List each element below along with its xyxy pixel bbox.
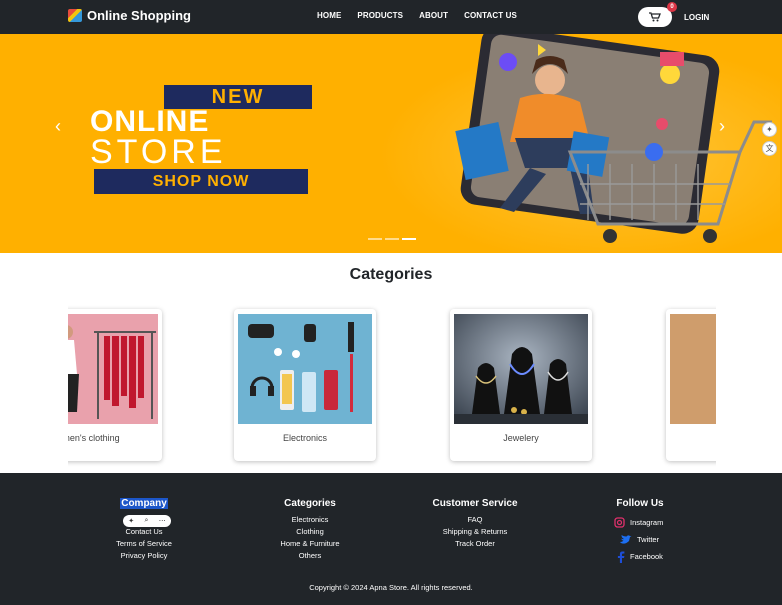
social-twitter[interactable]: Twitter (620, 531, 675, 548)
footer-company: Company Contact Us Terms of Service Priv… (104, 498, 184, 562)
brand[interactable]: Online Shopping (68, 8, 191, 23)
nav-products[interactable]: PRODUCTS (357, 11, 403, 20)
cart-icon (649, 12, 661, 22)
footer-link-shipping[interactable]: Shipping & Returns (420, 526, 530, 538)
footer-link-track-order[interactable]: Track Order (420, 538, 530, 550)
sparkle-icon[interactable]: ✦ (762, 122, 777, 137)
social-instagram[interactable]: Instagram (614, 514, 675, 531)
chevron-right-icon[interactable]: › (719, 116, 725, 137)
category-name: Jewelery (503, 433, 539, 443)
promo-banner[interactable]: NEW ONLINE STORE SHOP NOW (90, 85, 312, 194)
category-card-clothing[interactable]: men's clothing (68, 309, 162, 461)
more-icon[interactable]: ⋯ (159, 517, 166, 525)
search-icon[interactable]: ⌕ (144, 517, 148, 525)
category-name: men's clothing (68, 433, 120, 443)
translate-icon[interactable]: 文 (762, 141, 777, 156)
categories-title: Categories (349, 266, 433, 283)
selection-toolbar: ✦ ⌕ ⋯ (123, 515, 171, 527)
carousel-indicator[interactable] (385, 238, 399, 240)
twitter-icon (620, 534, 632, 544)
clothing-illustration (68, 314, 158, 424)
electronics-image (238, 314, 372, 424)
footer-customer-service-title: Customer Service (432, 498, 518, 509)
electronics-illustration (238, 314, 372, 424)
carousel-indicators (368, 238, 416, 240)
page: Online Shopping HOME PRODUCTS ABOUT CONT… (0, 0, 782, 605)
footer-link-contact[interactable]: Contact Us (104, 526, 184, 538)
footer: Company Contact Us Terms of Service Priv… (0, 473, 782, 605)
footer-link-faq[interactable]: FAQ (420, 514, 530, 526)
category-name: Me (666, 433, 716, 443)
footer-categories-title: Categories (284, 498, 336, 509)
carousel-indicator[interactable] (368, 238, 382, 240)
footer-link-home-furniture[interactable]: Home & Furniture (260, 538, 360, 550)
footer-categories: Categories Electronics Clothing Home & F… (260, 498, 360, 562)
footer-link-terms[interactable]: Terms of Service (104, 538, 184, 550)
footer-follow-title: Follow Us (616, 498, 664, 509)
facebook-icon (617, 551, 625, 563)
store-logo-icon (68, 9, 82, 22)
cart-button[interactable] (638, 7, 672, 27)
category-name: Electronics (282, 433, 327, 443)
categories-carousel: men's clothing Electronics Jewelery (68, 296, 716, 473)
social-twitter-label: Twitter (637, 535, 660, 544)
jewelery-image (454, 314, 588, 424)
footer-link-clothing[interactable]: Clothing (260, 526, 360, 538)
footer-link-privacy[interactable]: Privacy Policy (104, 550, 184, 562)
social-facebook[interactable]: Facebook (617, 548, 675, 565)
nav-contact[interactable]: CONTACT US (464, 11, 517, 20)
category-card-partial[interactable]: Me (666, 309, 716, 461)
nav-about[interactable]: ABOUT (419, 11, 448, 20)
footer-customer-service: Customer Service FAQ Shipping & Returns … (420, 498, 530, 550)
jewelery-illustration (454, 314, 588, 424)
footer-follow: Follow Us Instagram Twitter Facebook (605, 498, 675, 565)
hero-shopping-illustration (455, 34, 772, 243)
promo-store: STORE (90, 133, 227, 171)
category-card-jewelery[interactable]: Jewelery (450, 309, 592, 461)
social-instagram-label: Instagram (630, 518, 664, 527)
nav-home[interactable]: HOME (317, 11, 341, 20)
hero-carousel: NEW ONLINE STORE SHOP NOW ‹ › (0, 34, 782, 253)
footer-company-title: Company (120, 498, 168, 509)
brand-name: Online Shopping (87, 8, 191, 23)
footer-link-others[interactable]: Others (260, 550, 360, 562)
shop-now-button[interactable]: SHOP NOW (94, 169, 308, 194)
social-facebook-label: Facebook (630, 552, 663, 561)
cart-count-badge: 0 (667, 2, 677, 12)
category-image-partial (670, 314, 716, 424)
footer-link-electronics[interactable]: Electronics (260, 514, 360, 526)
instagram-icon (614, 517, 625, 528)
carousel-indicator-active[interactable] (402, 238, 416, 240)
nav-links: HOME PRODUCTS ABOUT CONTACT US (317, 11, 517, 20)
category-card-electronics[interactable]: Electronics (234, 309, 376, 461)
clothing-image (68, 314, 158, 424)
navbar: Online Shopping HOME PRODUCTS ABOUT CONT… (0, 0, 782, 34)
sparkle-icon[interactable]: ✦ (128, 517, 134, 525)
login-link[interactable]: LOGIN (684, 13, 709, 22)
copyright: Copyright © 2024 Apna Store. All rights … (309, 583, 473, 592)
chevron-left-icon[interactable]: ‹ (55, 116, 61, 137)
